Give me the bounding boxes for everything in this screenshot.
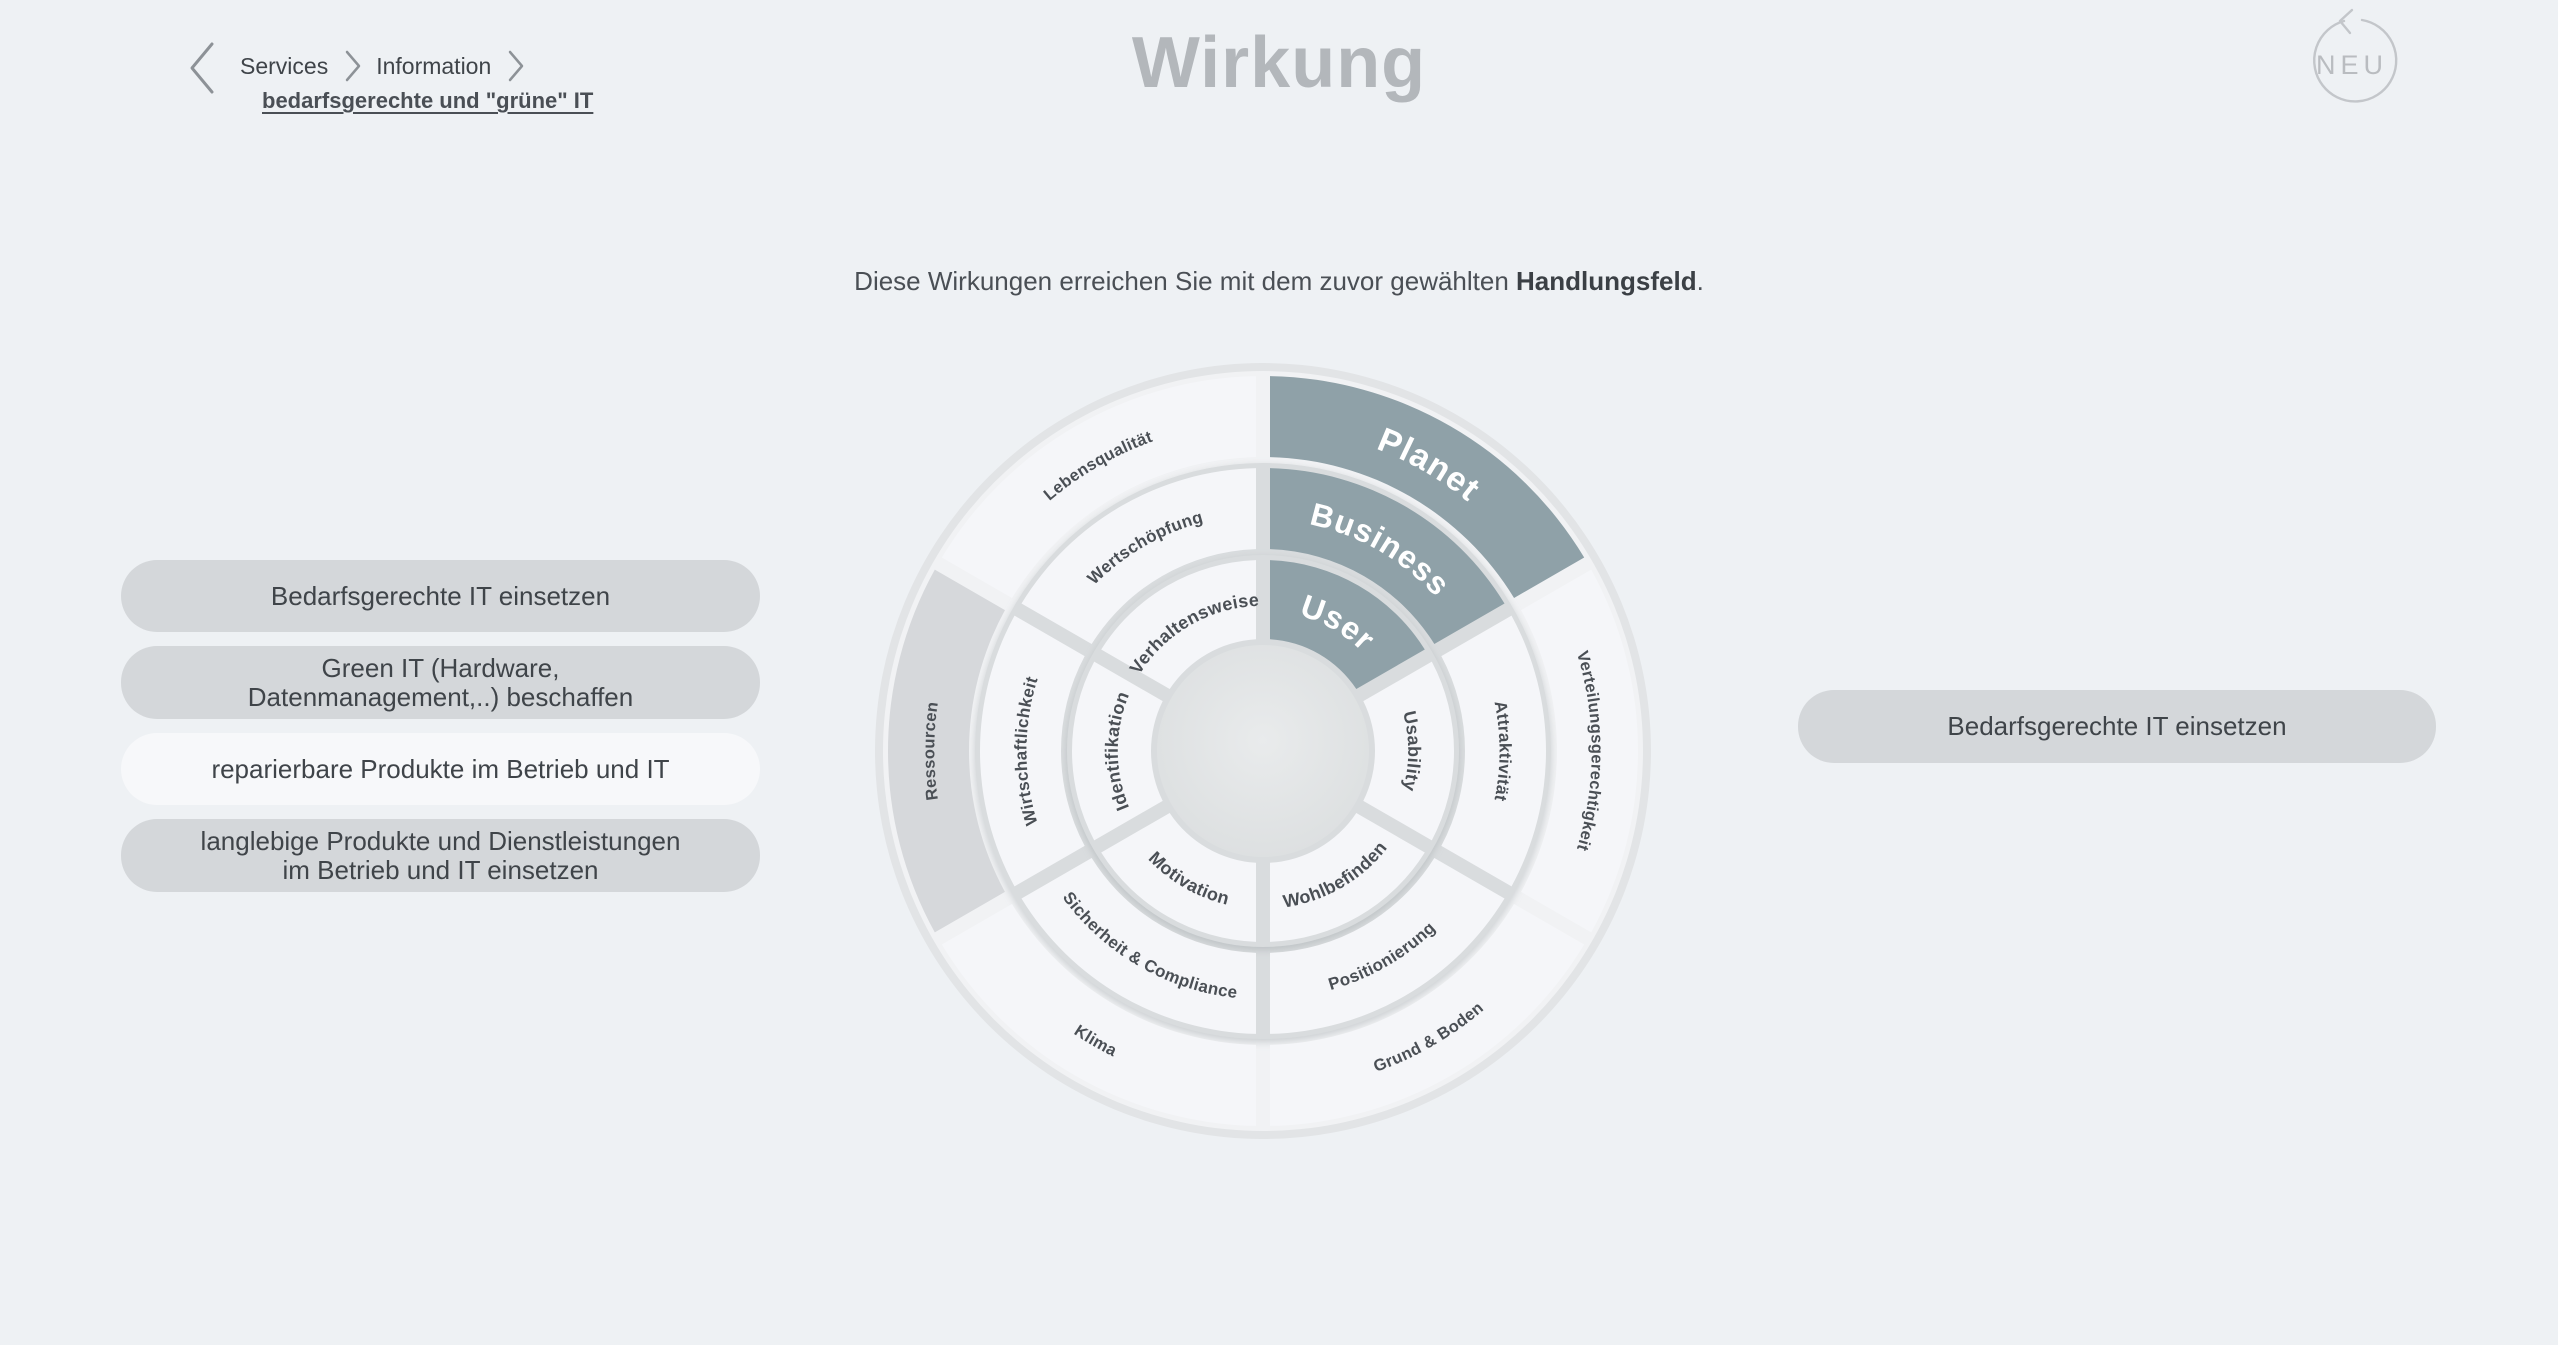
intro-text: Diese Wirkungen erreichen Sie mit dem zu… (0, 266, 2558, 297)
measure-item-reparierbare-produkte[interactable]: reparierbare Produkte im Betrieb und IT (121, 733, 760, 805)
measure-item-langlebige-produkte[interactable]: langlebige Produkte und Dienstleistungen… (121, 819, 760, 892)
intro-sentence: Diese Wirkungen erreichen Sie mit dem zu… (854, 266, 1517, 296)
selected-measure[interactable]: Bedarfsgerechte IT einsetzen (1798, 690, 2436, 763)
measure-label-lines: Green IT (Hardware, Datenmanagement,..) … (247, 652, 634, 712)
impact-wheel: PlanetVerteilungsgerechtigkeitGrund & Bo… (875, 363, 1651, 1139)
measure-list: Bedarfsgerechte IT einsetzen Green IT (H… (121, 560, 760, 906)
measure-item-label: Green IT (Hardware, Datenmanagement,..) … (247, 652, 634, 712)
page-title: Wirkung (1131, 23, 1427, 103)
intro-keyword: Handlungsfeld (1516, 266, 1697, 296)
intro-end: . (1696, 266, 1704, 296)
measure-label-lines: langlebige Produkte und Dienstleistungen… (200, 825, 681, 885)
measure-item-bedarfsgerechte-it[interactable]: Bedarfsgerechte IT einsetzen (121, 560, 760, 632)
restart-label[interactable]: NEU (2308, 50, 2396, 81)
measure-item-green-it[interactable]: Green IT (Hardware, Datenmanagement,..) … (121, 646, 760, 719)
wheel-center (1157, 645, 1369, 857)
